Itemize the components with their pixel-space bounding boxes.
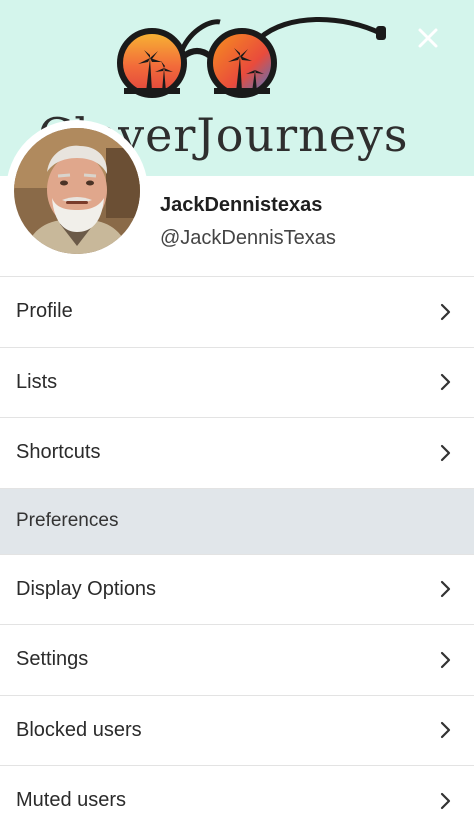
menu-item-muted-users[interactable]: Muted users	[0, 765, 474, 828]
section-header-preferences: Preferences	[0, 487, 474, 554]
menu-item-settings[interactable]: Settings	[0, 624, 474, 695]
section-label: Preferences	[16, 510, 119, 531]
menu-item-label: Shortcuts	[16, 441, 101, 464]
close-icon	[418, 28, 438, 48]
sunglasses-logo-icon	[117, 17, 386, 98]
display-name: JackDennistexas	[160, 194, 323, 216]
chevron-right-icon	[434, 648, 458, 672]
close-button[interactable]	[410, 20, 446, 56]
avatar[interactable]	[14, 128, 140, 254]
navigation-menu: Profile Lists Shortcuts Preferences Disp…	[0, 276, 474, 828]
menu-item-label: Muted users	[16, 789, 127, 812]
chevron-right-icon	[434, 441, 458, 465]
chevron-right-icon	[434, 300, 458, 324]
menu-item-label: Blocked users	[16, 718, 142, 741]
menu-item-blocked-users[interactable]: Blocked users	[0, 694, 474, 765]
chevron-right-icon	[434, 370, 458, 394]
menu-item-profile[interactable]: Profile	[0, 276, 474, 347]
menu-item-label: Lists	[16, 370, 58, 393]
user-identity: JackDennistexas @JackDennisTexas	[160, 194, 336, 250]
menu-item-label: Display Options	[16, 577, 157, 600]
user-handle: @JackDennisTexas	[160, 227, 336, 249]
menu-item-label: Profile	[16, 300, 73, 323]
menu-item-shortcuts[interactable]: Shortcuts	[0, 417, 474, 488]
menu-item-label: Settings	[16, 648, 89, 671]
chevron-right-icon	[434, 789, 458, 813]
menu-item-display-options[interactable]: Display Options	[0, 553, 474, 624]
chevron-right-icon	[434, 577, 458, 601]
user-photo	[14, 128, 140, 254]
menu-item-lists[interactable]: Lists	[0, 346, 474, 417]
chevron-right-icon	[434, 718, 458, 742]
